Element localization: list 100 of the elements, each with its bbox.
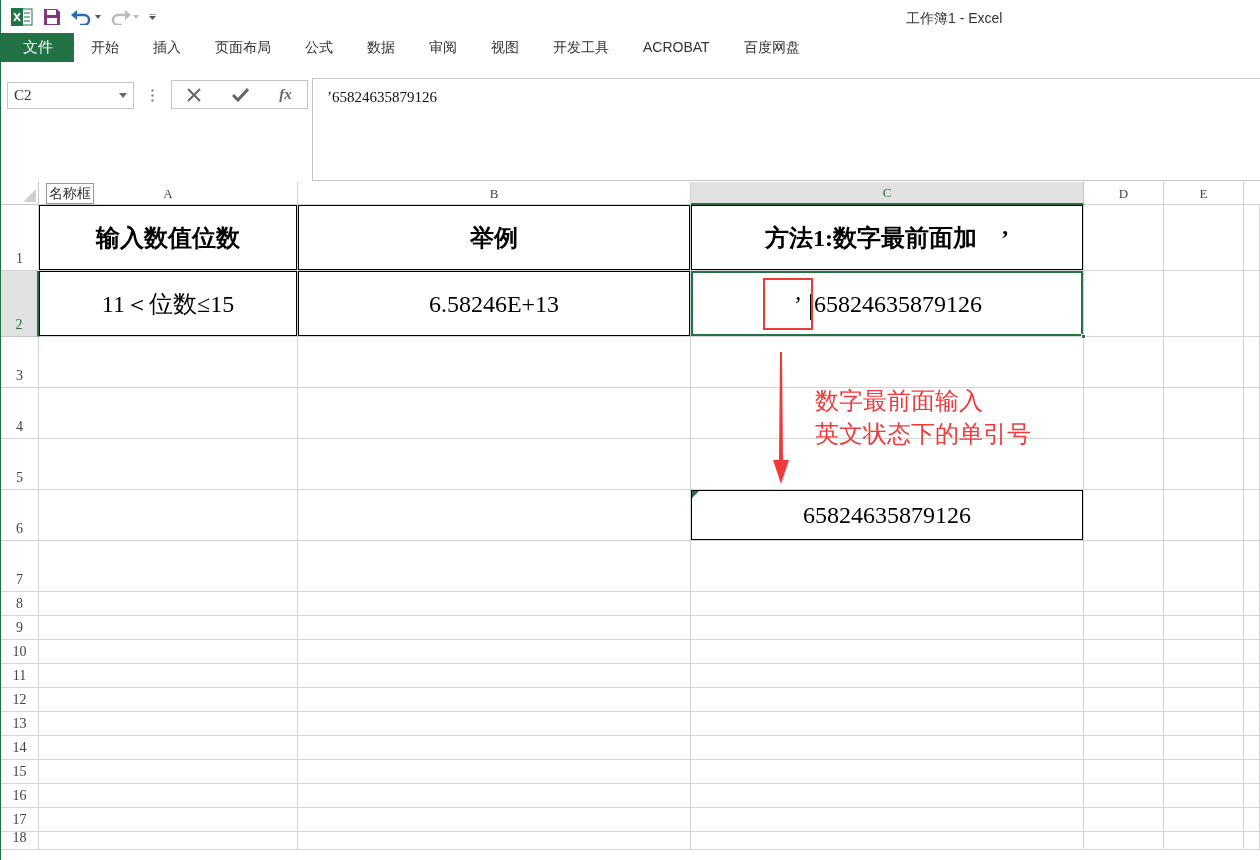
grid-cell[interactable] [1164,388,1244,439]
grid-cell[interactable] [1084,592,1164,616]
column-header[interactable]: D [1084,182,1164,205]
row-header[interactable]: 5 [1,439,39,490]
row-header[interactable]: 16 [1,784,39,808]
grid-cell[interactable] [1244,439,1260,490]
grid-cell[interactable] [1244,808,1260,832]
grid-cell[interactable] [39,808,298,832]
grid-cell[interactable] [691,616,1084,640]
grid-cell[interactable] [1164,490,1244,541]
grid-cell[interactable] [39,760,298,784]
row-header[interactable]: 17 [1,808,39,832]
grid-cell[interactable] [1084,640,1164,664]
row-header[interactable]: 6 [1,490,39,541]
grid-cell[interactable] [298,439,691,490]
row-header[interactable]: 18 [1,832,39,850]
grid-cell[interactable]: 11＜位数≤15 [39,271,298,337]
grid-cell[interactable] [1244,388,1260,439]
grid-cell[interactable] [1164,592,1244,616]
formula-input[interactable]: ’65824635879126 [312,78,1260,181]
save-icon[interactable] [43,7,61,26]
grid-cell[interactable] [691,688,1084,712]
grid-cell[interactable] [1244,490,1260,541]
row-header[interactable]: 2 [1,271,39,337]
grid-cell[interactable] [39,640,298,664]
grid-cell[interactable] [1164,439,1244,490]
grid-cell[interactable] [1244,541,1260,592]
ribbon-tab[interactable]: 开始 [74,33,136,62]
ribbon-tab[interactable]: 公式 [288,33,350,62]
grid-cell[interactable] [39,592,298,616]
file-tab[interactable]: 文件 [1,33,74,62]
grid-cell[interactable] [39,688,298,712]
grid-cell[interactable] [1164,664,1244,688]
customize-toolbar-icon[interactable] [149,13,156,20]
excel-logo-icon[interactable] [11,7,33,26]
dropdown-icon[interactable] [119,93,127,98]
grid-cell[interactable] [298,640,691,664]
grid-cell[interactable] [1244,736,1260,760]
grid-cell[interactable] [1084,760,1164,784]
grid-cell[interactable]: 数字最前面输入 英文状态下的单引号 [691,337,1084,490]
row-header[interactable]: 12 [1,688,39,712]
grid-cell[interactable] [1244,664,1260,688]
grid-cell[interactable] [298,832,691,850]
grid-cell[interactable]: 举例 [298,205,691,271]
ribbon-tab[interactable]: 视图 [474,33,536,62]
grid-cell[interactable] [1084,808,1164,832]
grid-cell[interactable] [691,736,1084,760]
grid-cell[interactable] [39,490,298,541]
grid-cell[interactable] [1164,760,1244,784]
grid-cell[interactable] [298,541,691,592]
grid-cell[interactable] [691,640,1084,664]
grid-cell[interactable] [1244,688,1260,712]
grid-cell[interactable] [1244,784,1260,808]
grid-cell[interactable] [39,784,298,808]
grid-cell[interactable] [1164,808,1244,832]
grid-cell[interactable] [691,712,1084,736]
dropdown-icon[interactable] [95,14,101,19]
grid-cell[interactable] [298,592,691,616]
ribbon-tab[interactable]: 页面布局 [198,33,288,62]
grid-cell[interactable] [39,337,298,388]
check-icon[interactable] [231,87,249,102]
grid-cell[interactable] [39,439,298,490]
row-header[interactable]: 9 [1,616,39,640]
ribbon-tab[interactable]: 数据 [350,33,412,62]
grid-cell[interactable] [1084,784,1164,808]
grid-cell[interactable] [298,808,691,832]
row-header[interactable]: 4 [1,388,39,439]
grid-cell[interactable] [1084,439,1164,490]
row-header[interactable]: 14 [1,736,39,760]
select-all-icon[interactable] [23,189,36,202]
ribbon-tab[interactable]: 百度网盘 [726,33,817,62]
grid-cell[interactable]: 65824635879126 [691,490,1084,541]
row-header[interactable]: 10 [1,640,39,664]
grip-icon[interactable] [151,89,154,102]
grid-cell[interactable] [1164,337,1244,388]
grid-cell[interactable] [298,784,691,808]
undo-icon[interactable] [71,8,93,25]
grid-cell[interactable] [691,592,1084,616]
grid-cell[interactable] [691,832,1084,850]
grid-cell[interactable] [1084,712,1164,736]
grid-cell[interactable] [39,832,298,850]
grid-cell[interactable] [691,784,1084,808]
column-header[interactable]: B [298,182,691,205]
grid-cell[interactable] [1244,832,1260,850]
grid-cell[interactable] [1244,712,1260,736]
grid-cell[interactable] [298,337,691,388]
grid-cell[interactable] [39,541,298,592]
grid-cell[interactable] [1084,832,1164,850]
grid-cell[interactable] [298,490,691,541]
active-cell[interactable]: ’ 65824635879126 [691,271,1084,337]
grid-cell[interactable] [39,388,298,439]
grid-cell[interactable] [1244,616,1260,640]
grid-cell[interactable] [298,616,691,640]
grid-cell[interactable] [1244,205,1260,271]
grid-cell[interactable] [298,388,691,439]
grid-cell[interactable]: 方法1:数字最前面加 ’ [691,205,1084,271]
grid-cell[interactable] [1084,388,1164,439]
grid-cell[interactable] [1244,640,1260,664]
grid-cell[interactable] [39,664,298,688]
row-header[interactable]: 7 [1,541,39,592]
